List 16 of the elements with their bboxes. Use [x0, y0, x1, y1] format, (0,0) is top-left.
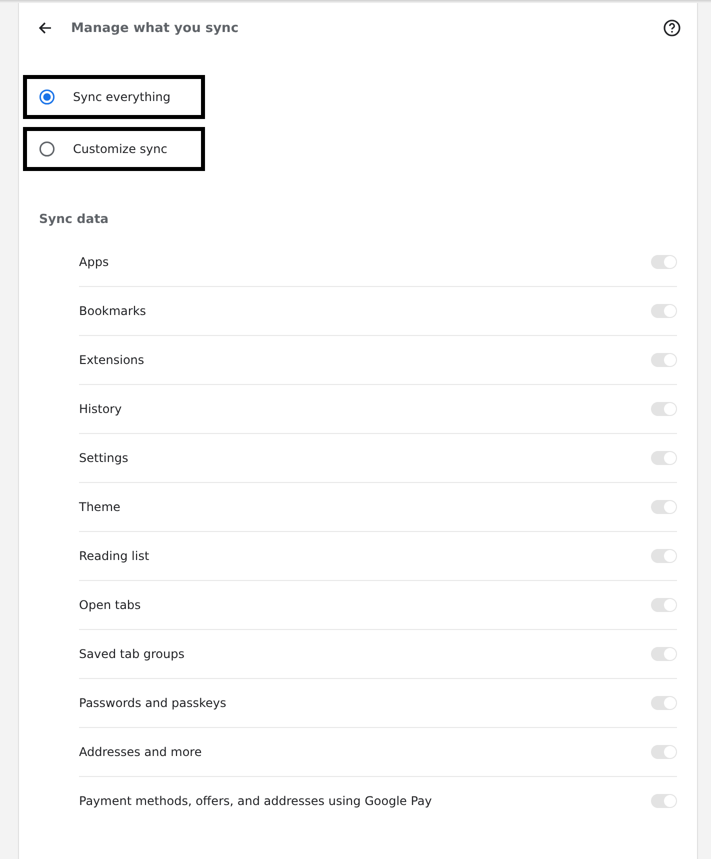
- sync-item-label: Bookmarks: [79, 304, 146, 318]
- sync-item-label: Reading list: [79, 549, 150, 563]
- sync-item-label: Payment methods, offers, and addresses using Google Pay: [79, 794, 432, 808]
- sync-item-label: Apps: [79, 255, 109, 269]
- sync-item-label: History: [79, 402, 122, 416]
- sync-item-label: Passwords and passkeys: [79, 696, 226, 710]
- sync-item-label: Open tabs: [79, 598, 141, 612]
- sync-item-label: Theme: [79, 500, 120, 514]
- sync-option[interactable]: Sync everything: [23, 75, 205, 119]
- sync-option[interactable]: Customize sync: [23, 127, 205, 171]
- sync-item-label: Settings: [79, 451, 128, 465]
- page-title: Manage what you sync: [71, 20, 240, 36]
- sync-item-label: Addresses and more: [79, 745, 202, 759]
- sync-item-label: Saved tab groups: [79, 647, 184, 661]
- sync-item-label: Extensions: [79, 353, 144, 367]
- section-title: Sync data: [39, 211, 110, 226]
